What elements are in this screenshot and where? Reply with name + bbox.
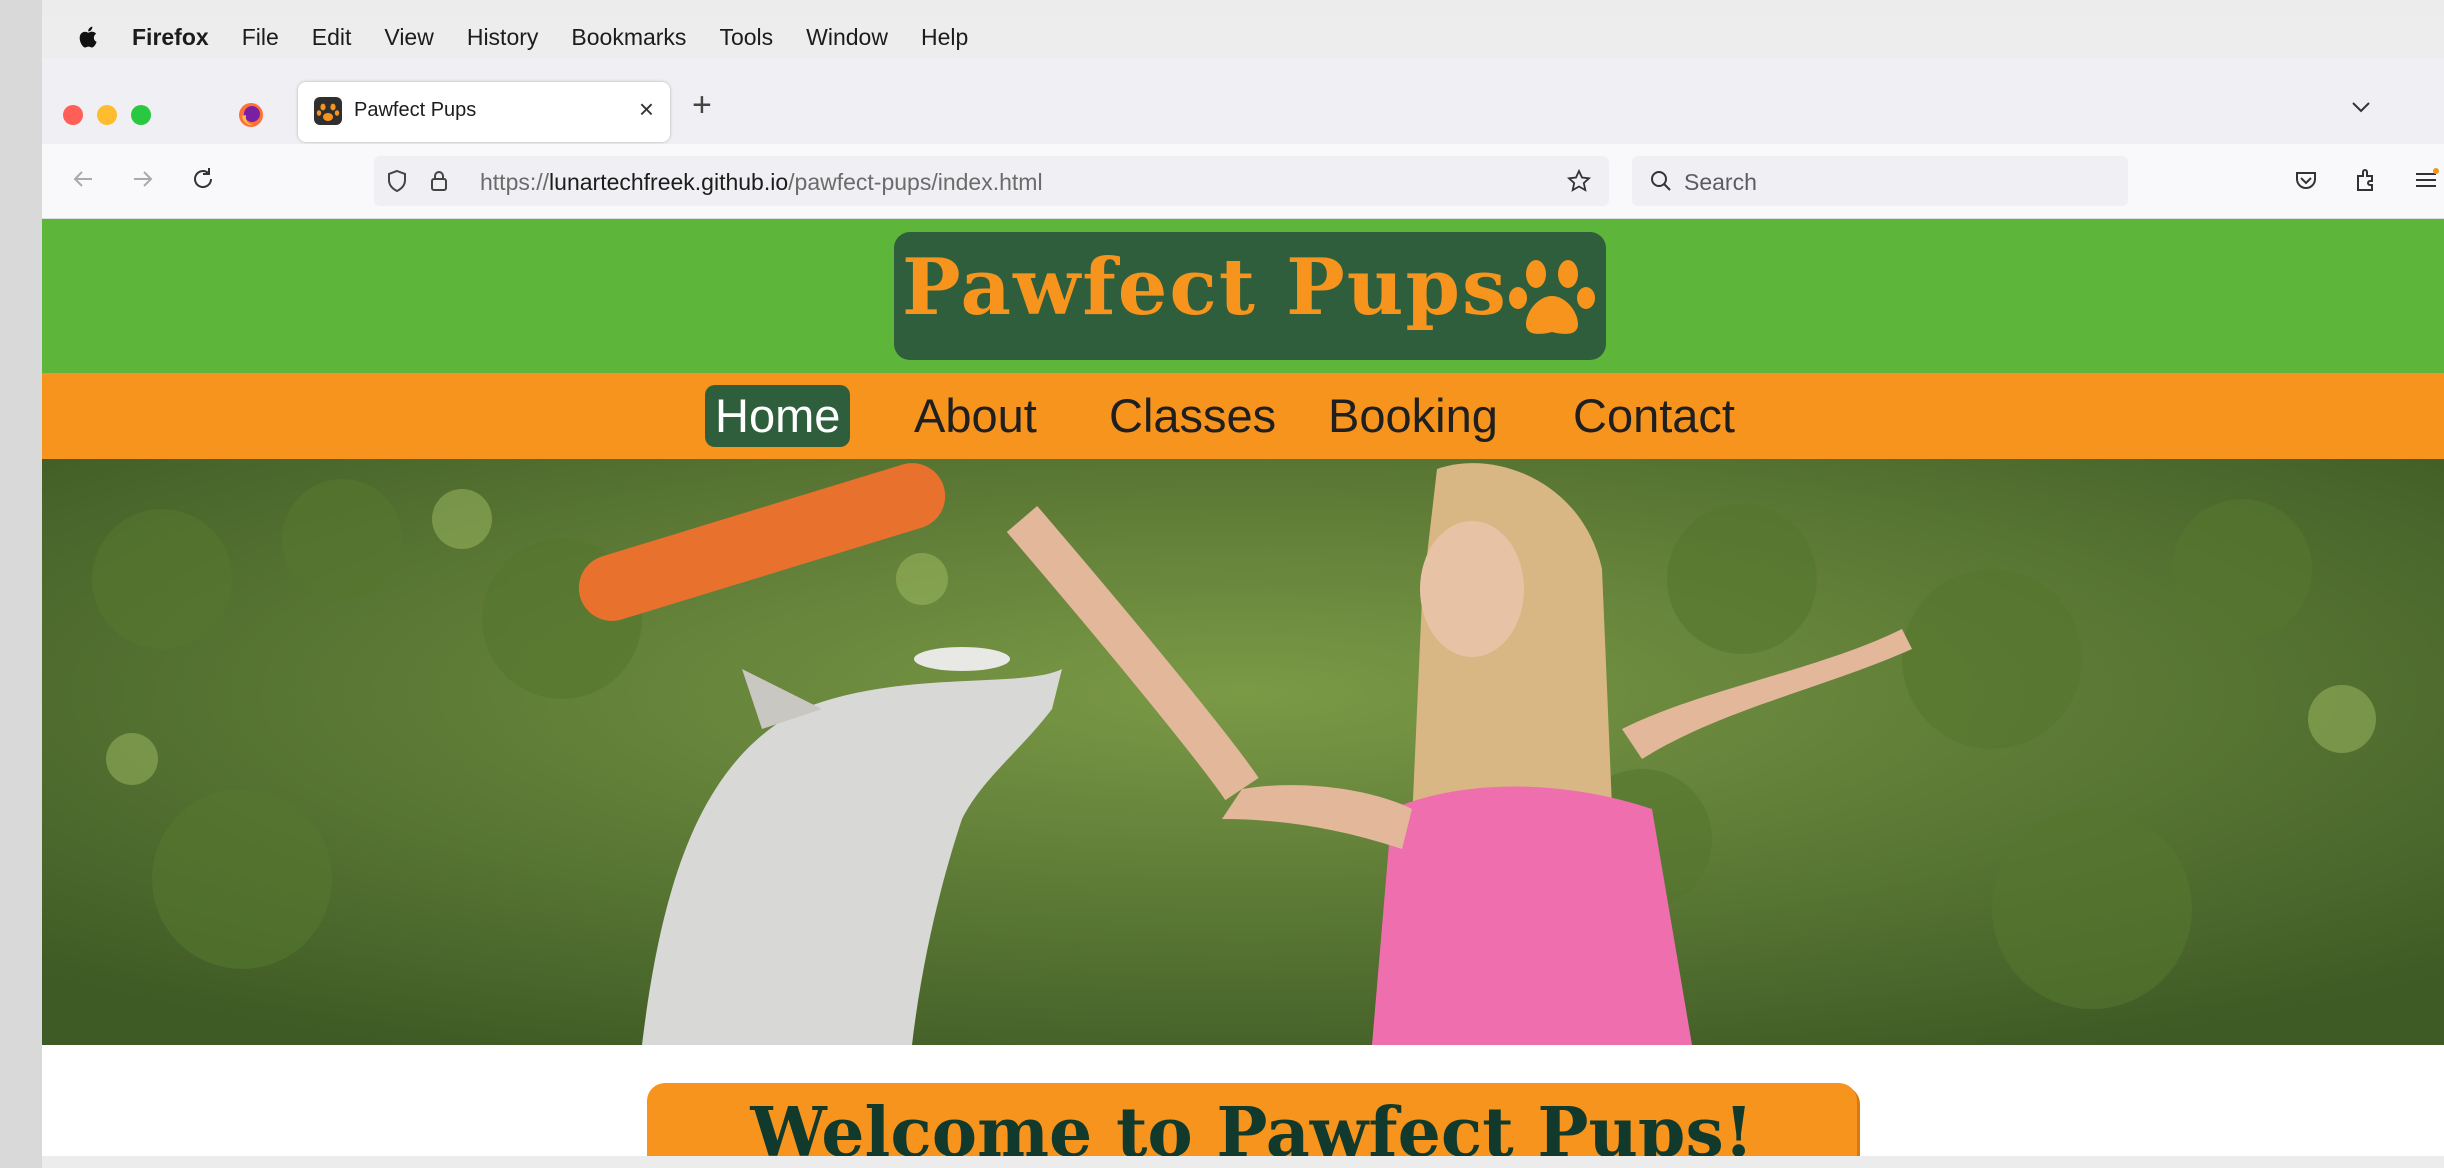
url-scheme: https:// — [480, 169, 550, 195]
search-input[interactable]: Search — [1632, 156, 2128, 206]
hero-image — [42, 459, 2444, 1045]
tab-strip: Pawfect Pups × + — [42, 58, 2444, 144]
menu-history[interactable]: History — [467, 24, 539, 51]
tab-title: Pawfect Pups — [354, 99, 477, 121]
pocket-icon[interactable] — [2292, 166, 2320, 194]
menu-bookmarks[interactable]: Bookmarks — [571, 24, 686, 51]
url-path: /pawfect-pups/index.html — [788, 169, 1043, 195]
minimize-window-button[interactable] — [97, 105, 117, 125]
close-window-button[interactable] — [63, 105, 83, 125]
back-arrow-icon[interactable] — [68, 164, 98, 194]
close-icon[interactable]: × — [639, 94, 654, 125]
nav-home[interactable]: Home — [705, 385, 851, 447]
page-content: Pawfect Pups Home About Classes Booking … — [42, 219, 2444, 1156]
url-text: https://lunartechfreek.github.io/pawfect… — [480, 169, 1043, 196]
desktop-edge — [0, 0, 42, 1168]
tab-pawfect-pups[interactable]: Pawfect Pups × — [298, 82, 670, 142]
nav-classes[interactable]: Classes — [1109, 385, 1276, 447]
paw-icon — [1509, 260, 1595, 334]
star-icon[interactable] — [1566, 168, 1592, 194]
nav-booking[interactable]: Booking — [1328, 385, 1498, 447]
lock-icon[interactable] — [426, 168, 452, 194]
site-logo[interactable]: Pawfect Pups — [894, 232, 1606, 360]
menu-window[interactable]: Window — [806, 24, 888, 51]
menu-icon[interactable] — [2412, 166, 2440, 194]
forward-arrow-icon[interactable] — [128, 164, 158, 194]
search-icon — [1651, 171, 1671, 191]
plus-icon[interactable]: + — [692, 88, 712, 122]
menu-file[interactable]: File — [242, 24, 279, 51]
navigation-toolbar: https://lunartechfreek.github.io/pawfect… — [42, 144, 2444, 219]
site-header: Pawfect Pups — [42, 219, 2444, 373]
logo-text: Pawfect Pups — [902, 242, 1508, 333]
chevron-down-icon[interactable] — [2348, 94, 2374, 120]
url-bar[interactable]: https://lunartechfreek.github.io/pawfect… — [374, 156, 1609, 206]
shield-icon[interactable] — [384, 168, 410, 194]
menu-help[interactable]: Help — [921, 24, 968, 51]
menu-view[interactable]: View — [384, 24, 433, 51]
paw-icon — [314, 97, 342, 125]
menu-edit[interactable]: Edit — [312, 24, 352, 51]
nav-contact[interactable]: Contact — [1573, 385, 1735, 447]
apple-icon[interactable] — [76, 24, 102, 50]
hero-photo-illustration — [42, 459, 2444, 1045]
firefox-icon[interactable] — [238, 102, 264, 128]
menu-bar: Firefox File Edit View History Bookmarks… — [42, 16, 2444, 58]
welcome-heading: Welcome to Pawfect Pups! — [750, 1093, 1754, 1156]
search-placeholder: Search — [1684, 169, 1757, 195]
browser-window: Firefox File Edit View History Bookmarks… — [42, 16, 2444, 1156]
welcome-banner: Welcome to Pawfect Pups! — [647, 1083, 1857, 1156]
menu-app-name[interactable]: Firefox — [132, 24, 209, 51]
url-host: lunartechfreek.github.io — [549, 169, 789, 195]
nav-about[interactable]: About — [914, 385, 1037, 447]
extensions-icon[interactable] — [2352, 166, 2380, 194]
reload-icon[interactable] — [188, 164, 218, 194]
menu-tools[interactable]: Tools — [719, 24, 773, 51]
zoom-window-button[interactable] — [131, 105, 151, 125]
site-navigation: Home About Classes Booking Contact — [42, 373, 2444, 459]
